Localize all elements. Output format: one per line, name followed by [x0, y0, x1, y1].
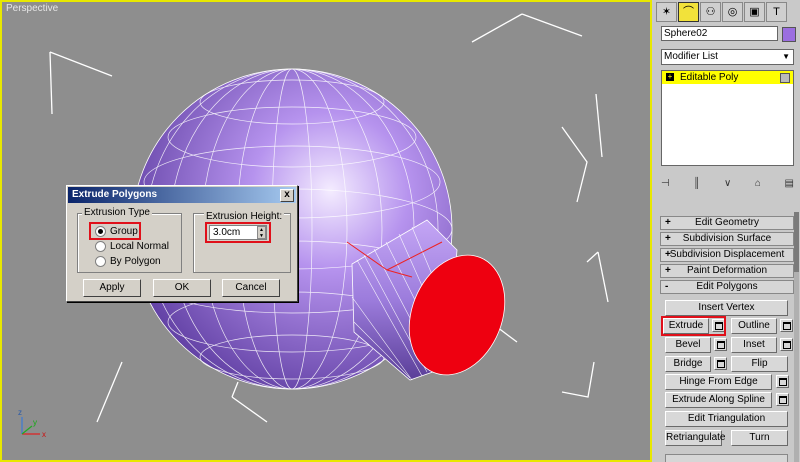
hierarchy-tab-icon[interactable]: ⚇ — [700, 2, 721, 22]
pin-stack-icon[interactable]: ⊣ — [661, 178, 670, 192]
axis-tripod: z x y — [18, 408, 46, 439]
expand-icon[interactable]: + — [666, 73, 674, 81]
chevron-down-icon: ▼ — [782, 52, 790, 61]
rollout-sign: + — [665, 233, 671, 244]
command-panel-tabs: ✶ ⌒ ⚇ ◎ ▣ T — [656, 2, 796, 24]
inset-button[interactable]: Inset — [731, 337, 777, 353]
flip-button[interactable]: Flip — [731, 356, 788, 372]
remove-modifier-icon[interactable]: ⌂ — [755, 178, 761, 192]
utilities-tab-icon[interactable]: T — [766, 2, 787, 22]
display-tab-icon[interactable]: ▣ — [744, 2, 765, 22]
extrusion-height-label: Extrusion Height: — [204, 211, 285, 222]
extrude-along-spline-button[interactable]: Extrude Along Spline — [665, 392, 772, 408]
next-rollout-bar[interactable] — [665, 454, 788, 462]
motion-tab-icon[interactable]: ◎ — [722, 2, 743, 22]
edit-triangulation-button[interactable]: Edit Triangulation — [665, 411, 788, 427]
bridge-button[interactable]: Bridge — [665, 356, 711, 372]
hinge-from-edge-button[interactable]: Hinge From Edge — [665, 374, 772, 390]
panel-scrollbar[interactable] — [794, 212, 799, 462]
stack-item-label: Editable Poly — [680, 72, 739, 83]
turn-button[interactable]: Turn — [731, 430, 788, 446]
rollout-edit-geometry[interactable]: + Edit Geometry — [660, 216, 794, 230]
create-tab-icon[interactable]: ✶ — [656, 2, 677, 22]
radio-icon[interactable] — [95, 241, 106, 252]
rollout-subdivision-surface[interactable]: + Subdivision Surface — [660, 232, 794, 246]
highlight-box-extrude — [661, 316, 726, 336]
command-panel: ✶ ⌒ ⚇ ◎ ▣ T Sphere02 Modifier List ▼ + E… — [652, 0, 800, 462]
highlight-box-group — [89, 222, 141, 240]
rollout-label: Subdivision Displacement — [669, 249, 785, 260]
rollout-label: Paint Deformation — [686, 265, 768, 276]
outline-button[interactable]: Outline — [731, 318, 777, 334]
rollout-label: Edit Polygons — [696, 281, 758, 292]
extrude-spline-settings-icon[interactable] — [776, 393, 789, 406]
rollout-edit-polygons[interactable]: - Edit Polygons — [660, 280, 794, 294]
rollouts: + Edit Geometry + Subdivision Surface + … — [660, 216, 794, 296]
cancel-button[interactable]: Cancel — [222, 279, 280, 297]
retriangulate-button[interactable]: Retriangulate — [665, 430, 725, 446]
rollout-paint-deformation[interactable]: + Paint Deformation — [660, 264, 794, 278]
bridge-settings-icon[interactable] — [714, 357, 727, 370]
radio-icon[interactable] — [95, 256, 106, 267]
rollout-sign: + — [665, 249, 671, 260]
rollout-subdivision-displacement[interactable]: + Subdivision Displacement — [660, 248, 794, 262]
rollout-sign: + — [665, 217, 671, 228]
axis-label-x: x — [42, 430, 46, 439]
rollout-label: Edit Geometry — [695, 217, 759, 228]
dialog-title-bar[interactable]: Extrude Polygons x — [68, 187, 296, 203]
axis-label-y: y — [33, 418, 37, 427]
outline-settings-icon[interactable] — [780, 319, 793, 332]
apply-button[interactable]: Apply — [83, 279, 141, 297]
hinge-settings-icon[interactable] — [776, 375, 789, 388]
axis-label-z: z — [18, 408, 22, 417]
radio-by-polygon[interactable]: By Polygon — [95, 256, 161, 267]
object-name-field[interactable]: Sphere02 — [661, 26, 778, 41]
rollout-sign: + — [665, 265, 671, 276]
highlight-box-height — [205, 222, 271, 243]
rollout-sign: - — [665, 281, 669, 292]
rollout-label: Subdivision Surface — [682, 233, 772, 244]
insert-vertex-button[interactable]: Insert Vertex — [665, 300, 788, 316]
close-icon[interactable]: x — [280, 189, 294, 202]
modifier-stack: + Editable Poly — [661, 70, 794, 166]
radio-local-normal[interactable]: Local Normal — [95, 241, 169, 252]
radio-label-local-normal: Local Normal — [110, 241, 169, 252]
modify-tab-icon[interactable]: ⌒ — [678, 2, 699, 22]
scrollbar-thumb[interactable] — [794, 212, 799, 272]
modifier-list-label: Modifier List — [664, 51, 718, 62]
ok-button[interactable]: OK — [153, 279, 211, 297]
make-unique-icon[interactable]: ∨ — [724, 178, 731, 192]
bevel-settings-icon[interactable] — [714, 338, 727, 351]
modifier-list-dropdown[interactable]: Modifier List ▼ — [661, 49, 794, 65]
stack-item-toggle-icon[interactable] — [780, 73, 790, 83]
object-color-swatch[interactable] — [782, 27, 796, 42]
dialog-title: Extrude Polygons — [72, 189, 158, 200]
extrusion-type-label: Extrusion Type — [82, 207, 152, 218]
bevel-button[interactable]: Bevel — [665, 337, 711, 353]
configure-modifier-sets-icon[interactable]: ▤ — [785, 178, 794, 192]
stack-item-editable-poly[interactable]: + Editable Poly — [662, 71, 793, 84]
extrude-polygons-dialog: Extrude Polygons x Extrusion Type Group … — [66, 185, 298, 302]
stack-toolbar: ⊣ ║ ∨ ⌂ ▤ — [661, 178, 794, 192]
radio-label-by-polygon: By Polygon — [110, 256, 161, 267]
inset-settings-icon[interactable] — [780, 338, 793, 351]
show-end-result-icon[interactable]: ║ — [693, 178, 700, 192]
